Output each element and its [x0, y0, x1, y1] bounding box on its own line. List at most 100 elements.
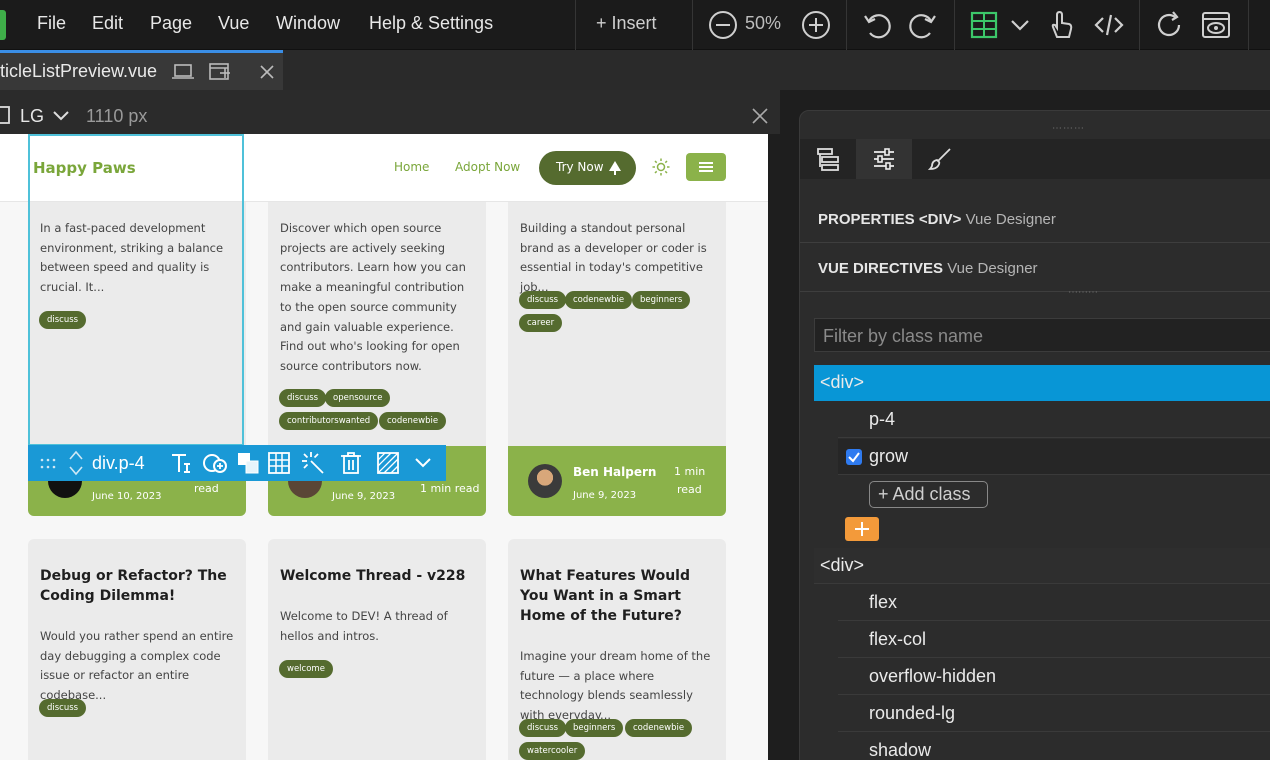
card-title[interactable]: Welcome Thread - v228 — [280, 566, 476, 586]
hamburger-menu-button[interactable] — [686, 153, 726, 181]
hand-pointer-icon[interactable] — [1045, 9, 1077, 41]
redo-icon[interactable] — [907, 9, 939, 41]
class-row-flex[interactable]: flex — [838, 585, 1270, 621]
laptop-view-icon[interactable] — [172, 63, 194, 81]
canvas-width-label: 1110 px — [86, 106, 148, 126]
class-row-overflow-hidden[interactable]: overflow-hidden — [838, 659, 1270, 695]
device-chevron-icon[interactable] — [52, 110, 70, 122]
brush-icon — [928, 148, 951, 170]
tree-list-icon — [817, 148, 839, 171]
properties-sub: Vue Designer — [965, 211, 1056, 228]
theme-toggle-sun-icon[interactable] — [652, 158, 670, 176]
class-name: shadow — [869, 740, 932, 760]
class-row-flex-col[interactable]: flex-col — [838, 622, 1270, 658]
class-filter-field[interactable] — [814, 318, 1270, 352]
section-resize-grip[interactable]: ⋯⋯⋯ — [1068, 287, 1098, 298]
tag-contributorswanted[interactable]: contributorswanted — [279, 412, 379, 430]
class-enabled-checkbox[interactable] — [846, 449, 862, 465]
class-row-shadow[interactable]: shadow — [838, 733, 1270, 760]
layout-grid-icon[interactable] — [968, 9, 1000, 41]
tree-node-div[interactable]: <div> — [814, 548, 1270, 584]
preview-icon[interactable] — [1200, 9, 1232, 41]
refresh-icon[interactable] — [1153, 9, 1185, 41]
chevron-down-icon[interactable] — [1008, 9, 1032, 41]
hatch-pattern-icon[interactable] — [377, 452, 399, 474]
nav-adopt-link[interactable]: Adopt Now — [455, 160, 520, 174]
add-class-button[interactable]: + Add class — [869, 481, 988, 508]
menu-help-settings[interactable]: Help & Settings — [369, 13, 493, 34]
device-icon — [0, 106, 10, 124]
close-canvas-icon[interactable] — [752, 108, 768, 124]
tag-codenewbie[interactable]: codenewbie — [625, 719, 693, 737]
menu-file[interactable]: File — [37, 13, 66, 34]
menu-vue[interactable]: Vue — [218, 13, 249, 34]
article-card[interactable]: What Features Would You Want in a Smart … — [508, 539, 726, 760]
tree-node-div-selected[interactable]: <div> — [814, 365, 1270, 401]
tag-career[interactable]: career — [519, 314, 563, 332]
try-now-label: Try Now — [556, 160, 604, 174]
class-row-grow[interactable]: grow — [838, 439, 1270, 475]
card-author[interactable]: Ben Halpern — [573, 465, 656, 479]
sliders-icon — [874, 148, 894, 170]
card-title[interactable]: Debug or Refactor? The Coding Dilemma! — [40, 566, 236, 606]
element-toolbar: div.p-4 — [28, 445, 446, 481]
article-card[interactable]: Building a standout personal brand as a … — [508, 202, 726, 516]
tab-styles[interactable] — [912, 139, 968, 179]
tab-properties[interactable] — [856, 139, 912, 179]
read-time: read — [194, 482, 219, 495]
tag-opensource[interactable]: opensource — [325, 389, 391, 407]
article-card[interactable]: Welcome Thread - v228 Welcome to DEV! A … — [268, 539, 486, 760]
nav-home-link[interactable]: Home — [394, 160, 429, 174]
card-excerpt: Discover which open source projects are … — [280, 221, 466, 373]
tab-tree[interactable] — [800, 139, 856, 179]
class-row-rounded-lg[interactable]: rounded-lg — [838, 696, 1270, 732]
tag-watercooler[interactable]: watercooler — [519, 742, 586, 760]
tag-beginners[interactable]: beginners — [565, 719, 624, 737]
directives-header[interactable]: VUE DIRECTIVES Vue Designer — [818, 260, 1038, 277]
close-tab-icon[interactable] — [260, 65, 274, 79]
code-icon[interactable] — [1093, 9, 1125, 41]
properties-label: PROPERTIES <DIV> — [818, 211, 962, 228]
menu-window[interactable]: Window — [276, 13, 340, 34]
article-card[interactable]: Debug or Refactor? The Coding Dilemma! W… — [28, 539, 246, 760]
panel-drag-grip[interactable]: ⋯⋯⋯ — [1052, 123, 1085, 134]
trash-icon[interactable] — [340, 451, 362, 475]
zoom-in-icon[interactable] — [800, 9, 832, 41]
tag-discuss[interactable]: discuss — [39, 699, 87, 717]
tag-discuss[interactable]: discuss — [519, 719, 567, 737]
drag-handle-icon[interactable] — [40, 457, 58, 471]
add-child-button[interactable] — [845, 517, 879, 541]
zoom-out-icon[interactable] — [707, 9, 739, 41]
try-now-button[interactable]: Try Now — [539, 151, 636, 185]
card-footer: Ben Halpern June 9, 2023 1 min read — [508, 446, 726, 516]
tag-codenewbie[interactable]: codenewbie — [565, 291, 633, 309]
duplicate-icon[interactable] — [236, 451, 260, 475]
document-tab[interactable]: ticleListPreview.vue — [0, 50, 283, 90]
check-icon — [848, 452, 860, 463]
tag-discuss[interactable]: discuss — [519, 291, 567, 309]
tag-welcome[interactable]: welcome — [279, 660, 333, 678]
text-tool-icon[interactable] — [170, 452, 192, 474]
magic-wand-icon[interactable] — [301, 451, 325, 475]
properties-header[interactable]: PROPERTIES <DIV> Vue Designer — [818, 211, 1056, 228]
read-time-line2: read — [677, 483, 702, 496]
class-filter-input[interactable] — [823, 325, 1263, 347]
class-row-p-4[interactable]: p-4 — [838, 402, 1270, 438]
grid-table-icon[interactable] — [268, 452, 290, 474]
class-name: grow — [869, 446, 909, 466]
add-element-icon[interactable] — [202, 451, 228, 475]
menu-edit[interactable]: Edit — [92, 13, 123, 34]
class-name: rounded-lg — [869, 703, 956, 723]
move-up-down-icon[interactable] — [68, 449, 84, 477]
menu-page[interactable]: Page — [150, 13, 192, 34]
undo-icon[interactable] — [861, 9, 893, 41]
tag-discuss[interactable]: discuss — [279, 389, 327, 407]
card-title[interactable]: What Features Would You Want in a Smart … — [520, 566, 716, 626]
open-preview-window-icon[interactable] — [208, 61, 232, 83]
insert-button[interactable]: + Insert — [596, 13, 657, 34]
selected-element-label: div.p-4 — [92, 453, 145, 473]
device-size-select[interactable]: LG — [20, 106, 44, 127]
tag-beginners[interactable]: beginners — [632, 291, 691, 309]
more-chevron-icon[interactable] — [414, 456, 432, 470]
tag-codenewbie[interactable]: codenewbie — [379, 412, 447, 430]
